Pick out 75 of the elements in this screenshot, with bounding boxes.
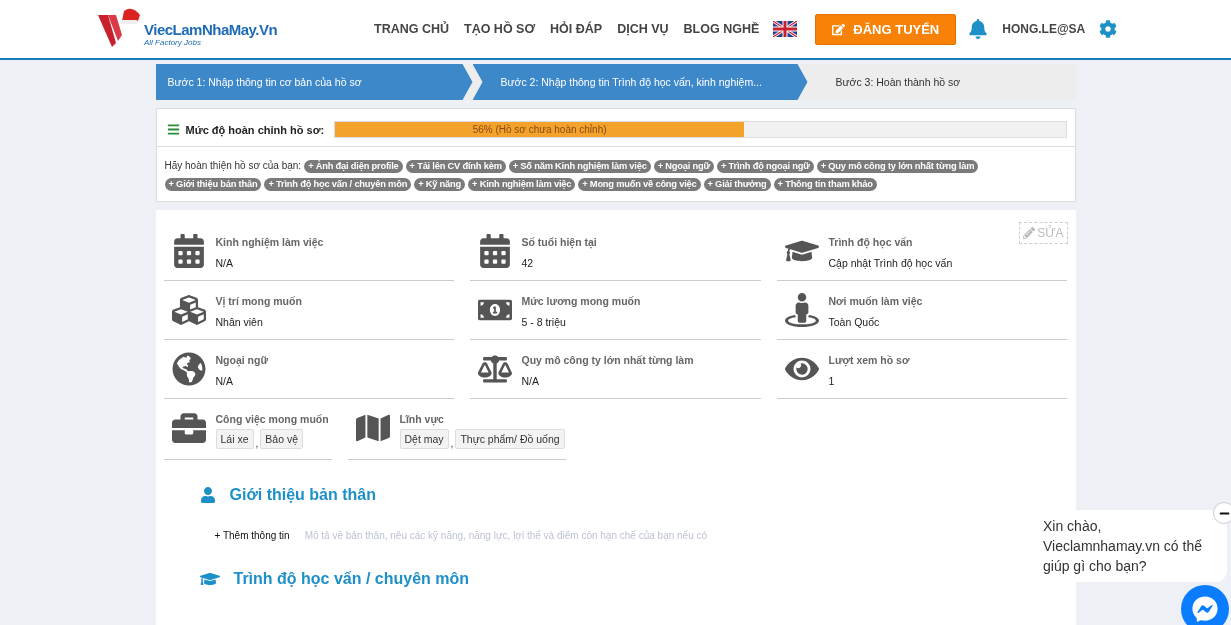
minimize-button[interactable] — [1213, 502, 1231, 524]
messenger-button[interactable] — [1181, 585, 1229, 625]
field-label: Số tuổi hiện tại — [521, 236, 597, 248]
field-label: Quy mô công ty lớn nhất từng làm — [521, 354, 694, 366]
missing-field-tag[interactable]: + Tải lên CV đính kèm — [405, 160, 506, 173]
field-value: N/A — [215, 375, 234, 387]
add-info-link[interactable]: + Thêm thông tin — [214, 530, 290, 541]
post-job-button[interactable]: ĐĂNG TUYỂN — [815, 13, 957, 45]
field-icon — [171, 234, 206, 268]
missing-field-tag[interactable]: + Trình độ học vấn / chuyên môn — [264, 178, 412, 191]
field-label: Vị trí mong muốn — [215, 295, 302, 307]
missing-field-tag[interactable]: + Số năm Kinh nghiệm làm việc — [508, 160, 651, 173]
field-tag: Dệt may — [399, 429, 449, 449]
nav-link[interactable]: TRANG CHỦ — [374, 22, 449, 36]
field-label: Công việc mong muốn — [215, 413, 329, 425]
nav-link[interactable]: BLOG NGHỀ — [683, 22, 760, 36]
bell-icon[interactable] — [968, 19, 989, 39]
settings-icon[interactable] — [1099, 20, 1118, 38]
step-tab[interactable]: Bước 1: Nhập thông tin cơ bản của hồ sơ — [155, 64, 473, 100]
field-label: Lượt xem hồ sơ — [828, 354, 910, 366]
nav-link[interactable]: DỊCH VỤ — [617, 22, 669, 36]
section-title: Giới thiệu bản thân — [229, 486, 376, 504]
missing-field-tag[interactable]: + Kinh nghiệm làm việc — [468, 178, 576, 191]
field-value: N/A — [215, 257, 234, 269]
completion-label: Mức độ hoàn chỉnh hồ sơ: — [185, 123, 325, 136]
missing-field-tag[interactable]: + Giới thiệu bản thân — [164, 178, 262, 191]
nav-link[interactable]: TẠO HỒ SƠ — [464, 22, 536, 36]
missing-field-tag[interactable]: + Giải thưởng — [703, 178, 771, 191]
field-icon — [171, 352, 206, 386]
field-label: Trình độ học vấn — [828, 236, 914, 248]
field-tag: Thực phẩm/ Đồ uống — [455, 429, 565, 449]
logo-name[interactable]: ViecLamNhaMay.Vn — [144, 21, 278, 38]
field-label: Lĩnh vực — [399, 413, 445, 425]
nav-link[interactable]: HỎI ĐÁP — [550, 22, 603, 36]
field-icon — [784, 293, 819, 327]
missing-field-tag[interactable]: + Trình độ ngoại ngữ — [716, 160, 814, 173]
missing-field-tag[interactable]: + Ngoại ngữ — [653, 160, 714, 173]
field-label: Ngoại ngữ — [215, 354, 268, 366]
missing-field-tag[interactable]: + Thông tin tham khảo — [773, 178, 877, 191]
progress-reading: 56% (Hồ sơ chưa hoàn chỉnh) — [471, 123, 608, 137]
field-label: Kinh nghiệm làm việc — [215, 236, 324, 248]
section-hint: Mô tả về bản thân, nêu các kỹ năng, năng lực, lợi thế và điểm còn hạn chế của bạn nếu có — [304, 530, 708, 541]
field-label: Nơi muốn làm việc — [828, 295, 923, 307]
logo-tagline: All Factory Jobs — [144, 38, 202, 47]
edit-icon — [832, 22, 846, 36]
field-label: Mức lương mong muốn — [521, 295, 641, 307]
pencil-icon — [1023, 227, 1036, 239]
field-value: 1 — [828, 375, 836, 387]
comma: , — [450, 438, 454, 449]
list-icon — [166, 123, 180, 136]
field-tag: Bảo vệ — [260, 429, 303, 449]
uk-flag-icon[interactable] — [773, 21, 798, 37]
field-icon — [171, 293, 206, 327]
missing-field-tag[interactable]: + Kỹ năng — [414, 178, 466, 191]
field-value: Nhân viên — [215, 316, 264, 328]
field-value: Toàn Quốc — [828, 316, 881, 328]
missing-field-tag[interactable]: + Ảnh đại diện profile — [304, 160, 403, 173]
field-value: N/A — [521, 375, 540, 387]
field-icon — [477, 234, 512, 268]
field-value: 42 — [521, 257, 535, 269]
field-tag: Lái xe — [215, 429, 254, 449]
chat-message: Xin chào, Vieclamnhamay.vn có thể giúp gì cho bạn? — [1043, 518, 1202, 574]
comma: , — [255, 438, 259, 449]
missing-field-tag[interactable]: + Quy mô công ty lớn nhất từng làm — [816, 160, 979, 173]
missing-field-tag[interactable]: + Mong muốn về công việc — [578, 178, 701, 191]
field-icon — [171, 411, 206, 445]
field-value: Cập nhật Trình độ học vấn — [828, 257, 953, 269]
step-tab[interactable]: Bước 3: Hoàn thành hồ sơ — [807, 64, 1143, 100]
messenger-icon — [1192, 596, 1218, 622]
completion-prompt: Hãy hoàn thiện hồ sơ của bạn: — [164, 160, 302, 171]
field-value: 5 - 8 triệu — [521, 316, 567, 328]
section-title: Trình độ học vấn / chuyên môn — [233, 570, 470, 588]
user-name[interactable]: HONG.LE@SA — [1002, 22, 1086, 36]
step-tab[interactable]: Bước 2: Nhập thông tin Trình độ học vấn, kinh nghiệm... — [472, 64, 808, 100]
user-icon — [199, 487, 216, 503]
